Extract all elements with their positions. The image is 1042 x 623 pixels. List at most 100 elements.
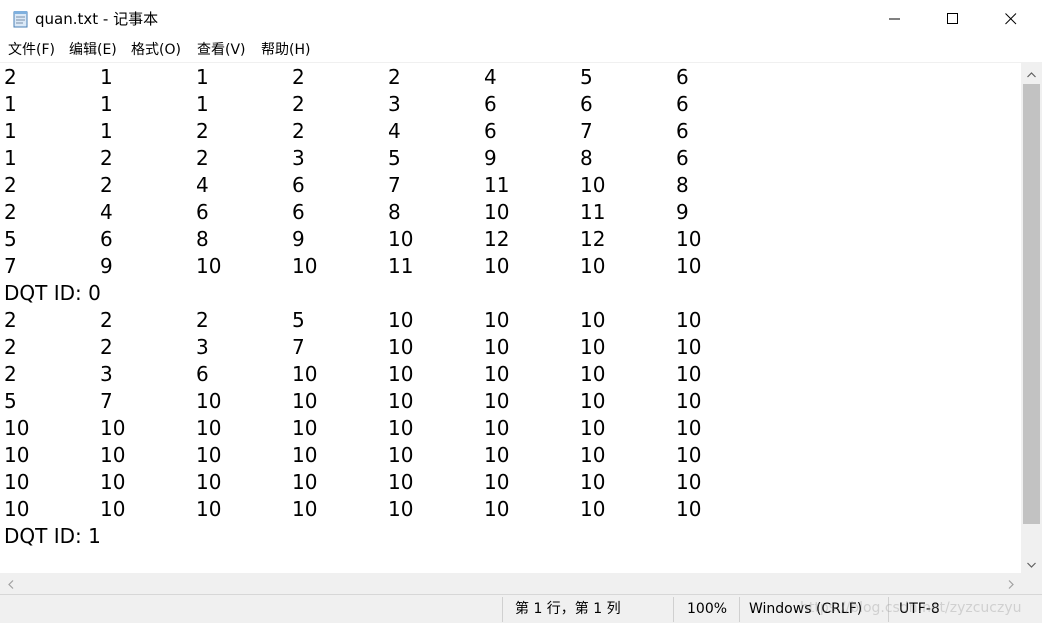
table-cell: 9 [292,227,305,251]
table-cell: 10 [100,416,126,440]
table-cell: 10 [196,443,222,467]
table-cell: 9 [484,146,497,170]
vertical-scroll-thumb[interactable] [1023,84,1040,524]
table-cell: 3 [388,92,401,116]
notepad-icon [12,10,30,28]
close-button[interactable] [982,0,1040,38]
table-cell: 10 [676,443,702,467]
table-cell: 10 [676,416,702,440]
table-cell: 6 [292,173,305,197]
table-cell: 10 [388,308,414,332]
text-line: 2 2 4 6 7 11 10 8 [0,172,1021,199]
table-cell: 10 [580,470,606,494]
table-cell: 2 [4,308,17,332]
text-line: 2 1 1 2 2 4 5 6 [0,64,1021,91]
table-cell: 10 [676,335,702,359]
text-line: 10 10 10 10 10 10 10 10 [0,469,1021,496]
table-cell: 10 [292,470,318,494]
table-cell: 10 [292,362,318,386]
table-cell: 6 [196,362,209,386]
table-cell: 10 [484,416,510,440]
table-cell: 5 [388,146,401,170]
text-line: 1 1 2 2 4 6 7 6 [0,118,1021,145]
table-cell: 10 [4,497,30,521]
line-ending: Windows (CRLF) [749,601,863,617]
table-cell: 10 [676,389,702,413]
table-cell: 7 [388,173,401,197]
table-cell: 10 [100,443,126,467]
menu-view[interactable]: 查看(V) [197,42,246,58]
table-cell: 10 [484,308,510,332]
menu-file[interactable]: 文件(F) [8,42,55,58]
table-cell: 8 [196,227,209,251]
table-cell: 6 [196,200,209,224]
table-cell: 10 [676,308,702,332]
table-cell: 10 [292,389,318,413]
table-cell: 10 [196,497,222,521]
table-cell: 1 [4,119,17,143]
menu-help[interactable]: 帮助(H) [261,42,310,58]
status-divider [673,597,674,622]
table-cell: 10 [484,389,510,413]
menu-format[interactable]: 格式(O) [131,42,181,58]
table-cell: 5 [4,389,17,413]
maximize-button[interactable] [924,0,982,38]
table-cell: 10 [388,362,414,386]
table-cell: 3 [196,335,209,359]
scroll-left-button[interactable] [0,573,21,594]
table-cell: 10 [484,497,510,521]
text-editor[interactable]: 2 1 1 2 2 4 5 6 1 1 1 2 3 6 6 6 1 1 2 2 4 6 7 6 1 2 2 3 5 9 8 6 2 2 4 6 7 11 1… [0,62,1021,573]
table-cell: 10 [388,335,414,359]
table-cell: 2 [196,146,209,170]
table-cell: 11 [388,254,414,278]
table-cell: 1 [4,92,17,116]
table-cell: 2 [100,146,113,170]
table-cell: 6 [580,92,593,116]
table-cell: 10 [580,362,606,386]
menu-edit[interactable]: 编辑(E) [69,42,117,58]
table-cell: 5 [4,227,17,251]
table-cell: 10 [4,443,30,467]
text-line: 7 9 10 10 11 10 10 10 [0,253,1021,280]
text-line: 2 2 2 5 10 10 10 10 [0,307,1021,334]
table-cell: 10 [580,389,606,413]
table-cell: 10 [676,470,702,494]
text-line: 5 6 8 9 10 12 12 10 [0,226,1021,253]
dqt-label: DQT ID: 1 [4,524,101,548]
scroll-right-button[interactable] [1000,573,1021,594]
table-cell: 11 [580,200,606,224]
table-cell: 6 [100,227,113,251]
maximize-icon [947,10,959,29]
table-cell: 10 [580,173,606,197]
scroll-up-button[interactable] [1021,62,1042,83]
text-line: 2 3 6 10 10 10 10 10 [0,361,1021,388]
cursor-position: 第 1 行，第 1 列 [515,601,621,617]
table-cell: 2 [4,200,17,224]
horizontal-scrollbar[interactable] [0,573,1021,594]
table-cell: 10 [388,443,414,467]
table-cell: 1 [100,119,113,143]
minimize-icon [889,10,901,29]
text-line: DQT ID: 0 [0,280,1021,307]
table-cell: 10 [196,470,222,494]
table-cell: 10 [484,470,510,494]
table-cell: 10 [292,443,318,467]
minimize-button[interactable] [866,0,924,38]
table-cell: 3 [100,362,113,386]
table-cell: 10 [388,470,414,494]
title-bar[interactable]: quan.txt - 记事本 [0,0,1042,38]
scroll-down-button[interactable] [1021,552,1042,573]
table-cell: 2 [4,335,17,359]
table-cell: 12 [580,227,606,251]
text-line: 10 10 10 10 10 10 10 10 [0,415,1021,442]
table-cell: 12 [484,227,510,251]
table-cell: 10 [676,227,702,251]
vertical-scrollbar[interactable] [1021,62,1042,573]
table-cell: 10 [484,443,510,467]
table-cell: 5 [580,65,593,89]
table-cell: 2 [4,173,17,197]
status-bar: 第 1 行，第 1 列 100% Windows (CRLF) UTF-8 [0,594,1042,623]
table-cell: 10 [580,335,606,359]
scroll-right-arrow-icon [1008,574,1014,593]
text-line: DQT ID: 1 [0,523,1021,550]
